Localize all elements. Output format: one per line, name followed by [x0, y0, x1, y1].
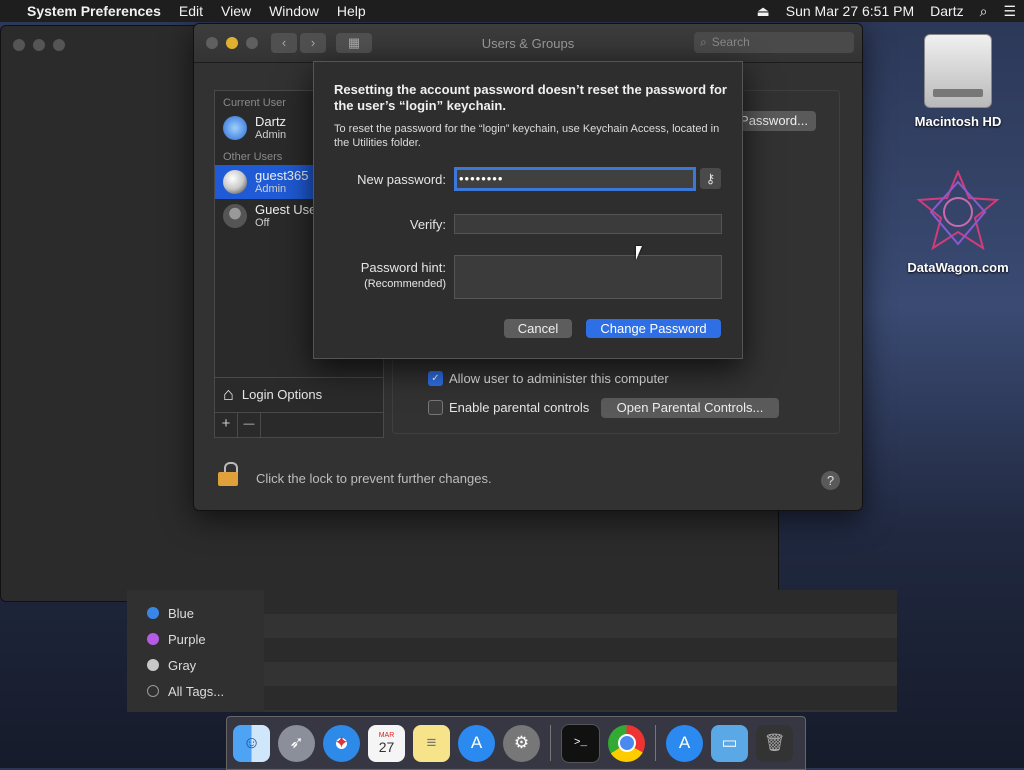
lock-message: Click the lock to prevent further change… [256, 471, 492, 486]
user-role: Admin [255, 183, 309, 196]
close-button[interactable] [13, 39, 25, 51]
finder-window: Blue Purple Gray All Tags... [127, 590, 897, 712]
dock: ☺ ➶ ✦ MAR 27 ≡ A ⚙ >_ A ▭ 🗑 [226, 716, 806, 770]
all-tags-icon [147, 685, 159, 697]
change-password-confirm-button[interactable]: Change Password [586, 319, 721, 338]
finder-icon[interactable]: ☺ [233, 725, 270, 762]
datawagon-label: DataWagon.com [907, 260, 1008, 275]
macintosh-hd-desktop-icon[interactable]: Macintosh HD [903, 34, 1013, 129]
datawagon-desktop-icon[interactable]: DataWagon.com [903, 170, 1013, 275]
add-user-button[interactable]: + [215, 413, 238, 437]
dock-separator [655, 725, 656, 761]
calendar-month: MAR [379, 732, 395, 739]
user-role: Off [255, 217, 321, 230]
tag-label: Purple [168, 632, 206, 647]
gray-dot-icon [147, 659, 159, 671]
cancel-button[interactable]: Cancel [504, 319, 572, 338]
zoom-button[interactable] [53, 39, 65, 51]
sheet-body: To reset the password for the “login” ke… [334, 122, 729, 150]
sheet-heading: Resetting the account password doesn’t r… [334, 82, 729, 114]
system-preferences-gear-icon[interactable]: ⚙ [503, 725, 540, 762]
finder-content [264, 590, 897, 712]
app-store-icon[interactable]: A [458, 725, 495, 762]
clock[interactable]: Sun Mar 27 6:51 PM [778, 3, 922, 19]
trash-icon[interactable]: 🗑 [756, 725, 793, 762]
menu-bar: System Preferences Edit View Window Help… [0, 0, 1024, 22]
documents-folder-icon[interactable]: ▭ [711, 725, 748, 762]
spotlight-search-icon[interactable]: ⌕ [972, 3, 996, 20]
password-hint-label: Password hint: [361, 260, 446, 275]
status-area: ⏏ Sun Mar 27 6:51 PM Dartz ⌕ ☰ [749, 3, 1024, 20]
tag-label: Blue [168, 606, 194, 621]
notification-center-icon[interactable]: ☰ [995, 3, 1024, 20]
hd-label: Macintosh HD [915, 114, 1002, 129]
new-password-label: New password: [357, 172, 446, 187]
applications-folder-icon[interactable]: A [666, 725, 703, 762]
calendar-day: 27 [379, 739, 395, 755]
change-password-button[interactable]: Password... [732, 111, 816, 131]
finder-sidebar-tags: Blue Purple Gray All Tags... [127, 590, 264, 712]
login-options-label: Login Options [242, 387, 322, 402]
tag-purple[interactable]: Purple [127, 626, 264, 652]
mouse-cursor-icon [636, 246, 648, 260]
open-parental-controls-button[interactable]: Open Parental Controls... [601, 398, 779, 418]
new-password-field[interactable]: •••••••• [454, 167, 696, 191]
verify-label: Verify: [410, 217, 446, 232]
eagle-avatar-icon [223, 170, 247, 194]
user-name: Guest User [255, 203, 321, 217]
tag-label: All Tags... [168, 684, 224, 699]
checkmark-icon: ✓ [428, 371, 443, 386]
search-placeholder: Search [712, 35, 750, 49]
hint-recommended-label: (Recommended) [364, 278, 446, 290]
edit-menu[interactable]: Edit [170, 3, 212, 19]
lock-icon[interactable] [218, 462, 240, 486]
calendar-icon[interactable]: MAR 27 [368, 725, 405, 762]
title-bar: ‹ › ▦ Users & Groups ⌕Search [194, 24, 862, 63]
tag-all[interactable]: All Tags... [127, 678, 264, 704]
login-options[interactable]: ⌂ Login Options [215, 377, 383, 411]
verify-field[interactable] [454, 214, 722, 234]
hard-drive-icon [924, 34, 992, 108]
user-name: Dartz [255, 115, 286, 129]
search-field[interactable]: ⌕ Search [694, 32, 854, 53]
allow-admin-label: Allow user to administer this computer [449, 371, 669, 386]
allow-admin-checkbox[interactable]: ✓ Allow user to administer this computer [428, 371, 669, 386]
add-remove-bar: + — [215, 412, 383, 437]
purple-dot-icon [147, 633, 159, 645]
parental-controls-checkbox[interactable]: Enable parental controls [428, 400, 589, 415]
parental-controls-label: Enable parental controls [449, 400, 589, 415]
guest-avatar-icon [223, 204, 247, 228]
search-icon: ⌕ [700, 35, 707, 49]
remove-user-button[interactable]: — [238, 413, 261, 437]
checkbox-icon [428, 400, 443, 415]
user-menu[interactable]: Dartz [922, 3, 971, 19]
star-pattern-icon [915, 170, 1001, 254]
terminal-icon[interactable]: >_ [561, 724, 600, 763]
window-controls [13, 39, 65, 51]
window-menu[interactable]: Window [260, 3, 328, 19]
house-icon: ⌂ [223, 384, 234, 405]
chrome-icon[interactable] [608, 725, 645, 762]
help-button[interactable]: ? [821, 471, 840, 490]
user-name: guest365 [255, 169, 309, 183]
eject-icon[interactable]: ⏏ [749, 3, 778, 20]
password-hint-field[interactable] [454, 255, 722, 299]
tag-label: Gray [168, 658, 196, 673]
user-role: Admin [255, 129, 286, 142]
help-menu[interactable]: Help [328, 3, 375, 19]
tag-gray[interactable]: Gray [127, 652, 264, 678]
notes-icon[interactable]: ≡ [413, 725, 450, 762]
view-menu[interactable]: View [212, 3, 260, 19]
snowflake-avatar-icon [223, 116, 247, 140]
launchpad-rocket-icon[interactable]: ➶ [278, 725, 315, 762]
minimize-button[interactable] [33, 39, 45, 51]
tag-blue[interactable]: Blue [127, 600, 264, 626]
app-menu[interactable]: System Preferences [18, 3, 170, 19]
safari-compass-icon[interactable]: ✦ [323, 725, 360, 762]
password-assistant-key-icon[interactable]: ⚷ [700, 168, 721, 189]
change-password-sheet: Resetting the account password doesn’t r… [313, 61, 743, 359]
blue-dot-icon [147, 607, 159, 619]
dock-separator [550, 725, 551, 761]
